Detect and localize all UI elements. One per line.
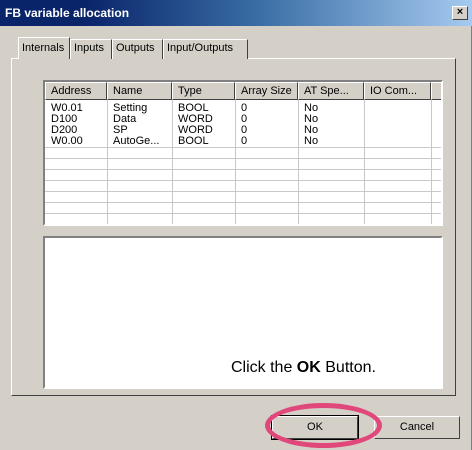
tab-inputs[interactable]: Inputs: [70, 39, 112, 59]
column-header-type[interactable]: Type: [172, 82, 235, 100]
cell-io-comment: [364, 103, 431, 114]
close-button[interactable]: ×: [452, 6, 468, 20]
grid-row-line: [45, 180, 441, 181]
grid-row-line: [45, 147, 441, 148]
grid-row-line: [45, 158, 441, 159]
cell-at-spec: No: [304, 136, 319, 147]
column-header-array-size[interactable]: Array Size: [235, 82, 298, 100]
tab-internals[interactable]: Internals: [18, 37, 70, 59]
cancel-button[interactable]: Cancel: [374, 416, 460, 439]
cell-address: W0.01: [51, 103, 83, 114]
cell-array-size: 0: [241, 125, 248, 136]
cell-array-size: 0: [241, 114, 248, 125]
table-header: Address Name Type Array Size AT Spe... I…: [45, 82, 441, 100]
window-title: FB variable allocation: [5, 6, 130, 20]
cell-at-spec: No: [304, 114, 319, 125]
instruction-caption: Click the OK Button.: [231, 359, 376, 377]
cell-array-size: 0: [241, 136, 248, 147]
grid-row-line: [45, 191, 441, 192]
cell-address: D100: [51, 114, 78, 125]
cell-name: SP: [113, 125, 128, 136]
cell-type: BOOL: [178, 103, 209, 114]
cell-name: Data: [113, 114, 137, 125]
grid-row-line: [45, 213, 441, 214]
cell-array-size: 0: [241, 103, 248, 114]
variable-table[interactable]: Address Name Type Array Size AT Spe... I…: [43, 80, 443, 226]
table-row[interactable]: D100 Data WORD 0 No: [45, 114, 441, 125]
instruction-prefix: Click the: [231, 359, 297, 376]
column-header-at-spec[interactable]: AT Spe...: [298, 82, 364, 100]
table-row[interactable]: W0.01 Setting BOOL 0 No: [45, 103, 441, 114]
cell-at-spec: No: [304, 103, 319, 114]
cell-address: W0.00: [51, 136, 83, 147]
grid-row-line: [45, 202, 441, 203]
ok-button[interactable]: OK: [271, 415, 359, 440]
title-bar: FB variable allocation ×: [0, 0, 472, 26]
column-header-name[interactable]: Name: [107, 82, 172, 100]
cell-type: WORD: [178, 114, 213, 125]
cell-name: AutoGe...: [113, 136, 160, 147]
dialog-window: FB variable allocation × Internals Input…: [0, 0, 472, 450]
column-header-filler: [431, 82, 441, 100]
table-row[interactable]: D200 SP WORD 0 No: [45, 125, 441, 136]
table-row[interactable]: W0.00 AutoGe... BOOL 0 No: [45, 136, 441, 147]
column-header-address[interactable]: Address: [45, 82, 107, 100]
grid-row-line: [45, 169, 441, 170]
cell-type: WORD: [178, 125, 213, 136]
cell-at-spec: No: [304, 125, 319, 136]
cell-io-comment: [364, 114, 431, 125]
column-header-io-comment[interactable]: IO Com...: [364, 82, 431, 100]
cell-io-comment: [364, 125, 431, 136]
instruction-suffix: Button.: [320, 359, 376, 376]
cell-address: D200: [51, 125, 78, 136]
tab-input-outputs[interactable]: Input/Outputs: [163, 39, 248, 59]
instruction-bold: OK: [296, 359, 321, 376]
cell-io-comment: [364, 136, 431, 147]
cell-name: Setting: [113, 103, 148, 114]
cell-type: BOOL: [178, 136, 209, 147]
tab-outputs[interactable]: Outputs: [112, 39, 163, 59]
